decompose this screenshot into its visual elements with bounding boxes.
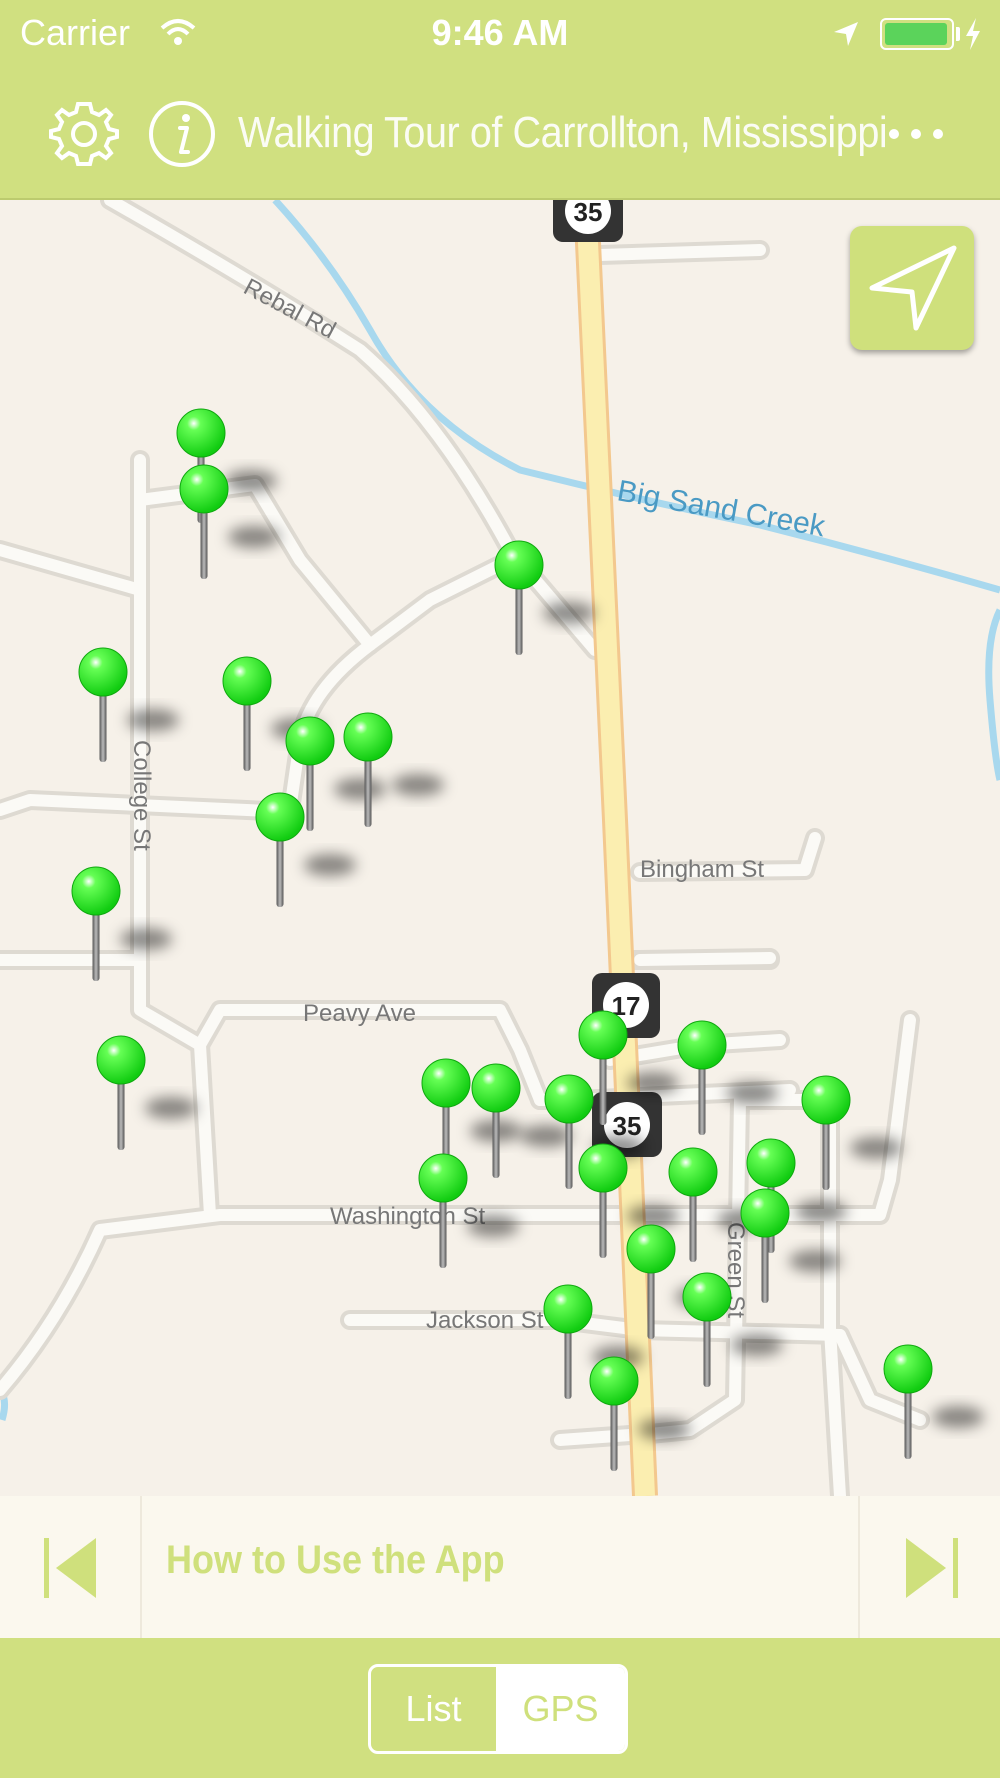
pin-shadow bbox=[520, 1125, 572, 1147]
pin-shadow bbox=[228, 526, 280, 548]
map-pin[interactable] bbox=[421, 1058, 471, 1108]
map-pin[interactable] bbox=[471, 1063, 521, 1113]
location-arrow-icon bbox=[834, 22, 858, 46]
label-peavy-ave: Peavy Ave bbox=[303, 1000, 416, 1027]
label-college-st: College St bbox=[128, 740, 155, 851]
map-pin[interactable] bbox=[578, 1010, 628, 1060]
map-pin[interactable] bbox=[285, 716, 335, 766]
more-icon[interactable] bbox=[884, 118, 948, 150]
map-pin[interactable] bbox=[176, 408, 226, 458]
pin-shadow bbox=[731, 1334, 783, 1356]
map-pin[interactable] bbox=[494, 540, 544, 590]
map-pin[interactable] bbox=[677, 1020, 727, 1070]
map-pin[interactable] bbox=[589, 1356, 639, 1406]
page-title: Walking Tour of Carrollton, Mississippi bbox=[238, 108, 888, 157]
status-bar: Carrier 9:46 AM bbox=[0, 0, 1000, 68]
label-rebal-rd: Rebal Rd bbox=[239, 273, 340, 344]
battery-icon bbox=[880, 18, 954, 50]
current-stop-bar: How to Use the App bbox=[0, 1496, 1000, 1638]
pin-shadow bbox=[638, 1418, 690, 1440]
pin-shadow bbox=[850, 1137, 902, 1159]
map-pin[interactable] bbox=[746, 1138, 796, 1188]
map-pin[interactable] bbox=[222, 656, 272, 706]
skip-next-icon bbox=[906, 1538, 958, 1598]
info-icon[interactable] bbox=[146, 98, 218, 170]
charging-bolt-icon bbox=[966, 18, 980, 50]
pin-shadow bbox=[225, 470, 277, 492]
map-pin[interactable] bbox=[343, 712, 393, 762]
nav-bar: Walking Tour of Carrollton, Mississippi bbox=[0, 68, 1000, 200]
skip-previous-icon bbox=[44, 1538, 96, 1598]
map-pin[interactable] bbox=[883, 1344, 933, 1394]
pin-shadow bbox=[795, 1200, 847, 1222]
label-big-sand-creek: Big Sand Creek bbox=[615, 474, 829, 543]
map-pin[interactable] bbox=[255, 792, 305, 842]
list-segment[interactable]: List bbox=[371, 1667, 496, 1751]
map-pin[interactable] bbox=[668, 1147, 718, 1197]
map-pin[interactable] bbox=[626, 1224, 676, 1274]
bottom-toolbar: List GPS bbox=[0, 1638, 1000, 1778]
navigation-arrow-icon bbox=[869, 245, 957, 331]
pin-shadow bbox=[932, 1406, 984, 1428]
label-washington-st: Washington St bbox=[330, 1203, 486, 1230]
gps-segment[interactable]: GPS bbox=[496, 1667, 625, 1751]
map-pin[interactable] bbox=[418, 1153, 468, 1203]
current-stop-title[interactable]: How to Use the App bbox=[166, 1538, 505, 1583]
map-canvas[interactable]: Rebal Rd College St Bingham St Peavy Ave… bbox=[0, 200, 1000, 1496]
pin-shadow bbox=[627, 1205, 679, 1227]
locate-me-button[interactable] bbox=[850, 226, 974, 350]
map-view[interactable]: Rebal Rd College St Bingham St Peavy Ave… bbox=[0, 200, 1000, 1496]
map-pin[interactable] bbox=[740, 1188, 790, 1238]
pin-shadow bbox=[120, 928, 172, 950]
map-pin[interactable] bbox=[96, 1035, 146, 1085]
route-shield-35-top: 35 bbox=[553, 200, 623, 242]
map-pin[interactable] bbox=[578, 1143, 628, 1193]
map-pin[interactable] bbox=[78, 647, 128, 697]
pin-shadow bbox=[726, 1082, 778, 1104]
label-jackson-st: Jackson St bbox=[426, 1307, 544, 1334]
map-pin[interactable] bbox=[801, 1075, 851, 1125]
svg-text:35: 35 bbox=[574, 200, 603, 227]
pin-shadow bbox=[627, 1072, 679, 1094]
map-pin[interactable] bbox=[71, 866, 121, 916]
map-pin[interactable] bbox=[682, 1272, 732, 1322]
map-pin[interactable] bbox=[179, 464, 229, 514]
pin-shadow bbox=[334, 778, 386, 800]
label-bingham-st: Bingham St bbox=[640, 856, 764, 883]
pin-shadow bbox=[392, 774, 444, 796]
pin-shadow bbox=[304, 854, 356, 876]
map-pin[interactable] bbox=[543, 1284, 593, 1334]
pin-shadow bbox=[543, 602, 595, 624]
pin-shadow bbox=[789, 1250, 841, 1272]
pin-shadow bbox=[127, 709, 179, 731]
next-stop-button[interactable] bbox=[858, 1496, 1000, 1638]
gear-icon[interactable] bbox=[48, 98, 120, 170]
pin-shadow bbox=[467, 1215, 519, 1237]
view-mode-segmented-control[interactable]: List GPS bbox=[368, 1664, 628, 1754]
previous-stop-button[interactable] bbox=[0, 1496, 142, 1638]
pin-shadow bbox=[145, 1097, 197, 1119]
map-pin[interactable] bbox=[544, 1074, 594, 1124]
